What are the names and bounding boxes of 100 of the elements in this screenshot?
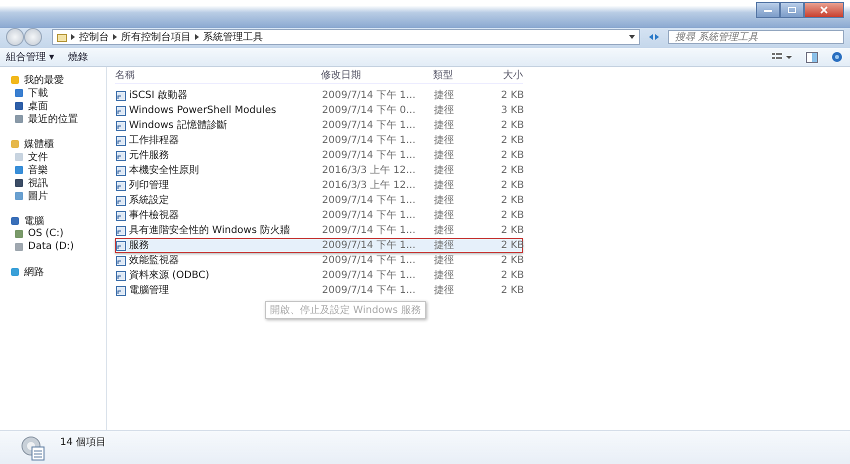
column-header[interactable]: 大小: [473, 68, 523, 82]
file-type: 捷徑: [434, 164, 455, 177]
view-options-icon[interactable]: [772, 52, 792, 62]
file-type: 捷徑: [434, 194, 455, 207]
sidebar-item[interactable]: 電腦: [0, 214, 106, 227]
breadcrumb-item[interactable]: 控制台: [79, 30, 109, 44]
file-size: 2 KB: [500, 254, 524, 267]
modified-date: 2009/7/14 下午 1...: [322, 284, 417, 297]
help-icon[interactable]: [832, 52, 842, 62]
sidebar-item-icon: [10, 266, 20, 276]
file-name: Windows PowerShell Modules: [129, 104, 276, 117]
shortcut-icon: [116, 210, 126, 220]
item-count: 14 個項目: [60, 436, 106, 449]
sidebar-item[interactable]: 桌面: [0, 99, 106, 112]
sidebar-item[interactable]: 下載: [0, 86, 106, 99]
shortcut-icon: [116, 120, 126, 130]
modified-date: 2009/7/14 下午 1...: [322, 119, 417, 132]
modified-date: 2009/7/14 下午 1...: [322, 269, 417, 282]
breadcrumb-item[interactable]: 所有控制台項目: [121, 30, 191, 44]
maximize-button[interactable]: [780, 2, 804, 18]
file-row[interactable]: 效能監視器 2009/7/14 下午 1... 捷徑 2 KB: [115, 253, 523, 268]
burn-button[interactable]: 燒錄: [68, 50, 88, 64]
file-row[interactable]: 工作排程器 2009/7/14 下午 1... 捷徑 2 KB: [115, 133, 523, 148]
breadcrumb-item[interactable]: 系統管理工具: [203, 30, 263, 44]
sidebar-item[interactable]: 視訊: [0, 176, 106, 189]
column-header[interactable]: 類型: [433, 68, 473, 82]
preview-pane-icon[interactable]: [806, 52, 818, 62]
modified-date: 2009/7/14 下午 0...: [322, 104, 417, 117]
shortcut-icon: [116, 226, 126, 236]
tooltip: 開啟、停止及設定 Windows 服務: [265, 301, 426, 319]
minimize-button[interactable]: [756, 2, 780, 18]
file-name: 效能監視器: [129, 254, 179, 267]
file-type: 捷徑: [434, 209, 455, 222]
sidebar-item[interactable]: OS (C:): [0, 227, 106, 240]
sidebar-item[interactable]: 網路: [0, 265, 106, 278]
file-size: 2 KB: [500, 119, 524, 132]
column-header[interactable]: 名稱: [115, 68, 321, 82]
shortcut-icon: [116, 180, 126, 190]
file-row[interactable]: 電腦管理 2009/7/14 下午 1... 捷徑 2 KB: [115, 283, 523, 298]
file-size: 2 KB: [500, 164, 524, 177]
sidebar-item[interactable]: 音樂: [0, 163, 106, 176]
file-name: 系統設定: [129, 194, 169, 207]
sidebar-item[interactable]: 最近的位置: [0, 112, 106, 125]
shortcut-icon: [116, 106, 126, 116]
file-type: 捷徑: [434, 134, 455, 147]
minimize-icon: [763, 7, 773, 13]
file-row[interactable]: 列印管理 2016/3/3 上午 12... 捷徑 2 KB: [115, 178, 523, 193]
modified-date: 2009/7/14 下午 1...: [322, 209, 417, 222]
modified-date: 2016/3/3 上午 12...: [322, 179, 417, 192]
gear-document-icon: [20, 435, 46, 461]
file-size: 2 KB: [500, 149, 524, 162]
shortcut-icon: [116, 270, 126, 280]
file-row[interactable]: 資料來源 (ODBC) 2009/7/14 下午 1... 捷徑 2 KB: [115, 268, 523, 283]
file-name: 具有進階安全性的 Windows 防火牆: [129, 224, 290, 237]
file-name: 電腦管理: [129, 284, 169, 297]
file-size: 2 KB: [500, 284, 524, 297]
file-name: 資料來源 (ODBC): [129, 269, 210, 282]
sidebar-item[interactable]: 文件: [0, 150, 106, 163]
file-name: 事件檢視器: [129, 209, 179, 222]
maximize-icon: [787, 6, 797, 14]
file-row[interactable]: 本機安全性原則 2016/3/3 上午 12... 捷徑 2 KB: [115, 163, 523, 178]
sidebar-item[interactable]: 我的最愛: [0, 73, 106, 86]
search-field[interactable]: 搜尋 系統管理工具: [668, 30, 844, 44]
organize-button[interactable]: 組合管理 ▾: [6, 50, 54, 64]
file-row[interactable]: iSCSI 啟動器 2009/7/14 下午 1... 捷徑 2 KB: [115, 88, 523, 103]
file-row[interactable]: 具有進階安全性的 Windows 防火牆 2009/7/14 下午 1... 捷徑 2 KB: [115, 223, 523, 238]
chevron-icon: [195, 34, 199, 40]
modified-date: 2009/7/14 下午 1...: [322, 149, 417, 162]
file-row[interactable]: Windows 記憶體診斷 2009/7/14 下午 1... 捷徑 2 KB: [115, 118, 523, 133]
folder-icon: [57, 32, 67, 42]
shortcut-icon: [116, 150, 126, 160]
dropdown-icon[interactable]: [629, 35, 635, 39]
file-type: 捷徑: [434, 269, 455, 282]
file-row[interactable]: 元件服務 2009/7/14 下午 1... 捷徑 2 KB: [115, 148, 523, 163]
column-header[interactable]: 修改日期: [321, 68, 433, 82]
file-type: 捷徑: [434, 149, 455, 162]
shortcut-icon: [116, 166, 126, 176]
file-row[interactable]: Windows PowerShell Modules 2009/7/14 下午 0... 捷徑 3 KB: [115, 103, 523, 118]
file-name: iSCSI 啟動器: [129, 89, 188, 102]
file-type: 捷徑: [434, 179, 455, 192]
address-bar[interactable]: 控制台 所有控制台項目 系統管理工具: [52, 29, 640, 45]
modified-date: 2009/7/14 下午 1...: [322, 194, 417, 207]
close-button[interactable]: [804, 2, 844, 18]
sidebar-item[interactable]: Data (D:): [0, 240, 106, 253]
chevron-icon: [71, 34, 75, 40]
file-size: 2 KB: [500, 224, 524, 237]
file-type: 捷徑: [434, 284, 455, 297]
file-type: 捷徑: [434, 104, 455, 117]
file-row[interactable]: 系統設定 2009/7/14 下午 1... 捷徑 2 KB: [115, 193, 523, 208]
refresh-icon[interactable]: [648, 32, 660, 42]
sidebar-item[interactable]: 圖片: [0, 189, 106, 202]
file-type: 捷徑: [434, 89, 455, 102]
file-name: 列印管理: [129, 179, 169, 192]
file-name: 服務: [129, 239, 149, 252]
file-row[interactable]: 事件檢視器 2009/7/14 下午 1... 捷徑 2 KB: [115, 208, 523, 223]
modified-date: 2009/7/14 下午 1...: [322, 89, 417, 102]
modified-date: 2009/7/14 下午 1...: [322, 224, 417, 237]
file-type: 捷徑: [434, 224, 455, 237]
chevron-icon: [113, 34, 117, 40]
sidebar-item[interactable]: 媒體櫃: [0, 137, 106, 150]
